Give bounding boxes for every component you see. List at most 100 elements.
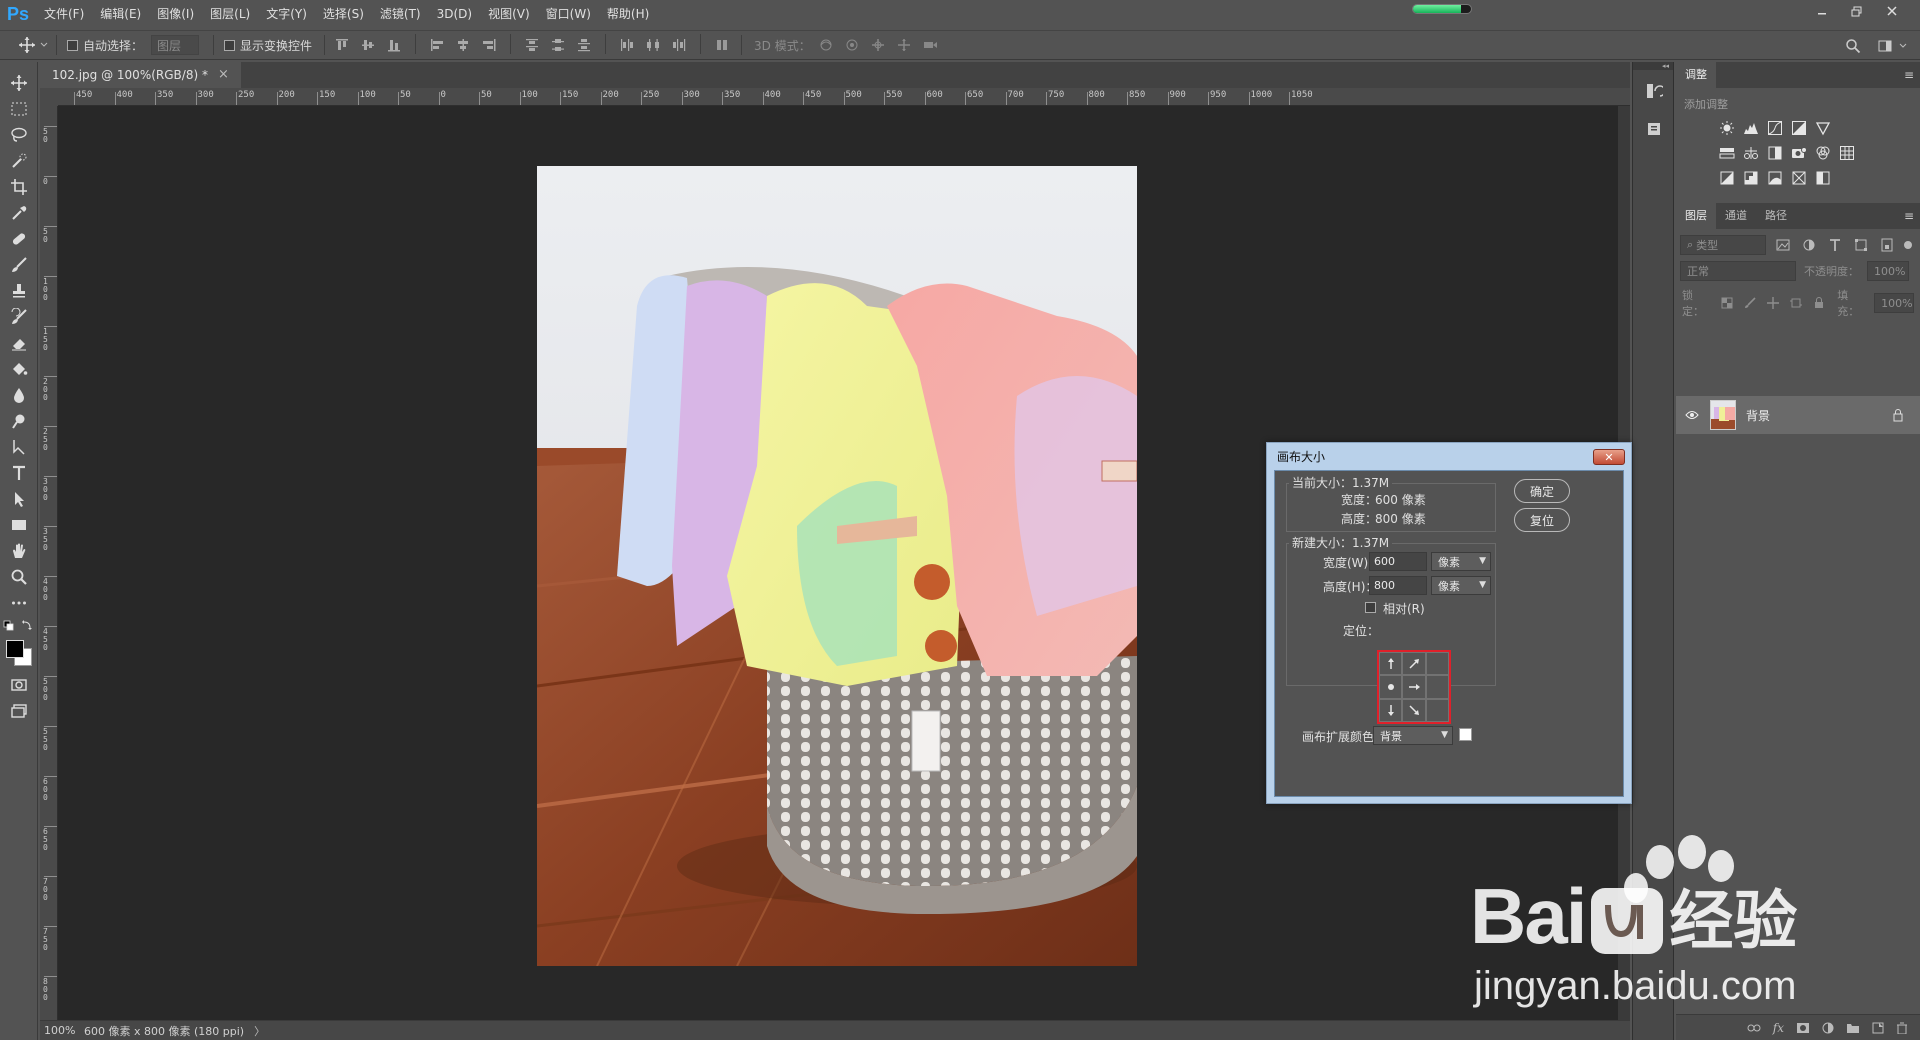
menu-item[interactable]: 文字(Y): [258, 0, 315, 28]
anchor-top-left[interactable]: [1379, 652, 1403, 676]
menu-item[interactable]: 3D(D): [429, 0, 480, 28]
layer-style-fx-icon[interactable]: fx: [1773, 1021, 1784, 1035]
auto-align-icon[interactable]: [711, 34, 733, 56]
layer-filter-dropdown[interactable]: ⌕ 类型: [1680, 235, 1766, 255]
width-input[interactable]: 600: [1369, 552, 1427, 571]
tab-channels[interactable]: 通道: [1716, 203, 1756, 229]
3d-scale-icon[interactable]: [919, 34, 941, 56]
3d-orbit-icon[interactable]: [815, 34, 837, 56]
anchor-middle-left[interactable]: [1379, 675, 1403, 699]
menu-item[interactable]: 图像(I): [149, 0, 202, 28]
default-colors-icon[interactable]: [0, 616, 38, 636]
history-brush-tool[interactable]: [0, 304, 38, 330]
distribute-top-icon[interactable]: [521, 34, 543, 56]
close-tab-icon[interactable]: ×: [218, 62, 229, 88]
minimize-button[interactable]: [1808, 0, 1836, 22]
color-balance-icon[interactable]: [1742, 144, 1760, 162]
black-white-icon[interactable]: [1766, 144, 1784, 162]
foreground-color-swatch[interactable]: [6, 640, 24, 658]
quick-mask-icon[interactable]: [0, 672, 38, 698]
align-left-icon[interactable]: [426, 34, 448, 56]
photo-filter-icon[interactable]: [1790, 144, 1808, 162]
dodge-tool[interactable]: [0, 408, 38, 434]
align-bottom-icon[interactable]: [383, 34, 405, 56]
brightness-icon[interactable]: [1718, 119, 1736, 137]
menu-item[interactable]: 帮助(H): [599, 0, 657, 28]
panel-menu-icon[interactable]: ≡: [1904, 68, 1914, 82]
opacity-field[interactable]: 100%: [1867, 261, 1909, 281]
filter-shape-icon[interactable]: [1852, 236, 1870, 254]
height-input[interactable]: 800: [1369, 576, 1427, 595]
healing-brush-tool[interactable]: [0, 226, 38, 252]
collapse-dock-icon[interactable]: ◂◂: [1633, 62, 1673, 70]
visibility-eye-icon[interactable]: [1680, 410, 1704, 420]
curves-icon[interactable]: [1766, 119, 1784, 137]
layers-panel-menu-icon[interactable]: ≡: [1904, 209, 1914, 223]
vertical-ruler[interactable]: 50 0 50 100 150 200 250 300 350 400 450 500 550 600 65…: [40, 106, 58, 1020]
distribute-left-icon[interactable]: [616, 34, 638, 56]
lock-position-icon[interactable]: [1765, 294, 1782, 312]
move-tool[interactable]: [0, 70, 38, 96]
3d-slide-icon[interactable]: [893, 34, 915, 56]
width-unit-select[interactable]: 像素 ▼: [1431, 552, 1491, 571]
3d-pan-icon[interactable]: [867, 34, 889, 56]
auto-select-checkbox[interactable]: [67, 39, 78, 51]
type-tool[interactable]: [0, 460, 38, 486]
invert-icon[interactable]: [1718, 169, 1736, 187]
auto-select-dropdown[interactable]: 图层: [151, 35, 200, 55]
workspace-icon[interactable]: [1874, 35, 1896, 57]
posterize-icon[interactable]: [1742, 169, 1760, 187]
hue-saturation-icon[interactable]: [1718, 144, 1736, 162]
filter-type-icon[interactable]: [1826, 236, 1844, 254]
filter-pixel-icon[interactable]: [1774, 236, 1792, 254]
lock-transparent-icon[interactable]: [1719, 294, 1736, 312]
zoom-level[interactable]: 100%: [40, 1024, 78, 1037]
selective-color-icon[interactable]: [1814, 169, 1832, 187]
close-window-button[interactable]: [1878, 0, 1906, 22]
threshold-icon[interactable]: [1766, 169, 1784, 187]
lasso-tool[interactable]: [0, 122, 38, 148]
anchor-bottom-right[interactable]: [1425, 698, 1449, 722]
menu-item[interactable]: 滤镜(T): [372, 0, 429, 28]
menu-item[interactable]: 图层(L): [202, 0, 258, 28]
restore-button[interactable]: [1842, 0, 1870, 22]
anchor-bottom-center[interactable]: [1402, 698, 1426, 722]
rectangle-tool[interactable]: [0, 512, 38, 538]
align-top-icon[interactable]: [331, 34, 353, 56]
menu-item[interactable]: 窗口(W): [538, 0, 599, 28]
link-layers-icon[interactable]: [1747, 1023, 1761, 1033]
ruler-origin[interactable]: [40, 88, 58, 106]
filter-toggle-icon[interactable]: [1904, 241, 1912, 249]
anchor-bottom-left[interactable]: [1379, 698, 1403, 722]
horizontal-ruler[interactable]: 450 400 350 300 250 200 150 100 50 0 50 100 150 200 25…: [58, 88, 1630, 106]
path-selection-tool[interactable]: [0, 486, 38, 512]
relative-checkbox[interactable]: [1365, 602, 1376, 613]
anchor-top-center[interactable]: [1402, 652, 1426, 676]
height-unit-select[interactable]: 像素 ▼: [1431, 576, 1491, 595]
align-right-icon[interactable]: [478, 34, 500, 56]
distribute-bottom-icon[interactable]: [573, 34, 595, 56]
dialog-title-bar[interactable]: 画布大小: [1267, 443, 1631, 469]
color-swatches[interactable]: [0, 636, 38, 672]
move-tool-icon[interactable]: [16, 34, 38, 56]
paint-bucket-tool[interactable]: [0, 356, 38, 382]
levels-icon[interactable]: [1742, 119, 1760, 137]
document-tab[interactable]: 102.jpg @ 100%(RGB/8) * ×: [40, 62, 241, 88]
add-mask-icon[interactable]: [1796, 1022, 1810, 1034]
tab-paths[interactable]: 路径: [1756, 203, 1796, 229]
marquee-tool[interactable]: [0, 96, 38, 122]
show-transform-checkbox[interactable]: [224, 39, 236, 51]
screen-mode-icon[interactable]: [0, 698, 38, 724]
lock-all-icon[interactable]: [1810, 294, 1827, 312]
tab-layers[interactable]: 图层: [1676, 203, 1716, 229]
distribute-vcenter-icon[interactable]: [547, 34, 569, 56]
crop-tool[interactable]: [0, 174, 38, 200]
brush-tool[interactable]: [0, 252, 38, 278]
align-vcenter-icon[interactable]: [357, 34, 379, 56]
exposure-icon[interactable]: [1790, 119, 1808, 137]
workspace-chevron-icon[interactable]: [1896, 35, 1910, 57]
properties-panel-icon[interactable]: [1633, 114, 1675, 144]
anchor-middle-right[interactable]: [1425, 675, 1449, 699]
menu-item[interactable]: 编辑(E): [92, 0, 149, 28]
delete-layer-icon[interactable]: [1896, 1022, 1908, 1034]
